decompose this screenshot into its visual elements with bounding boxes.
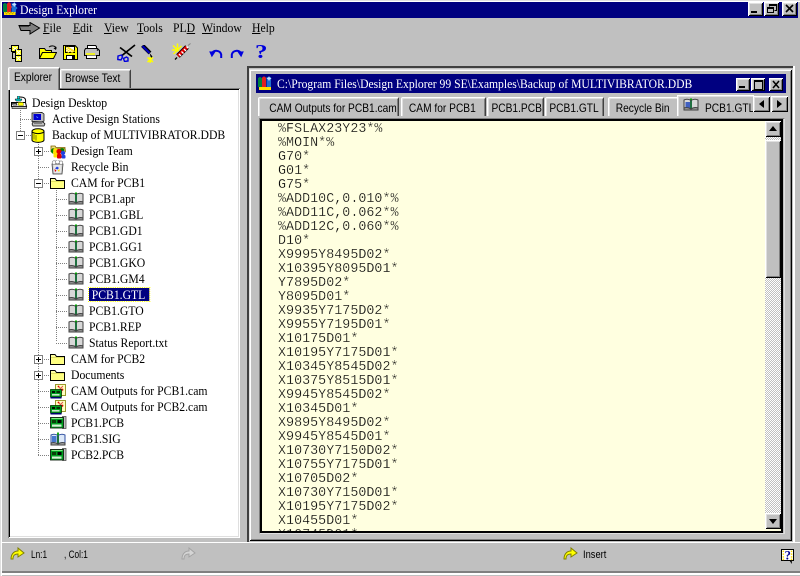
svg-text:?: ? [785, 549, 791, 563]
